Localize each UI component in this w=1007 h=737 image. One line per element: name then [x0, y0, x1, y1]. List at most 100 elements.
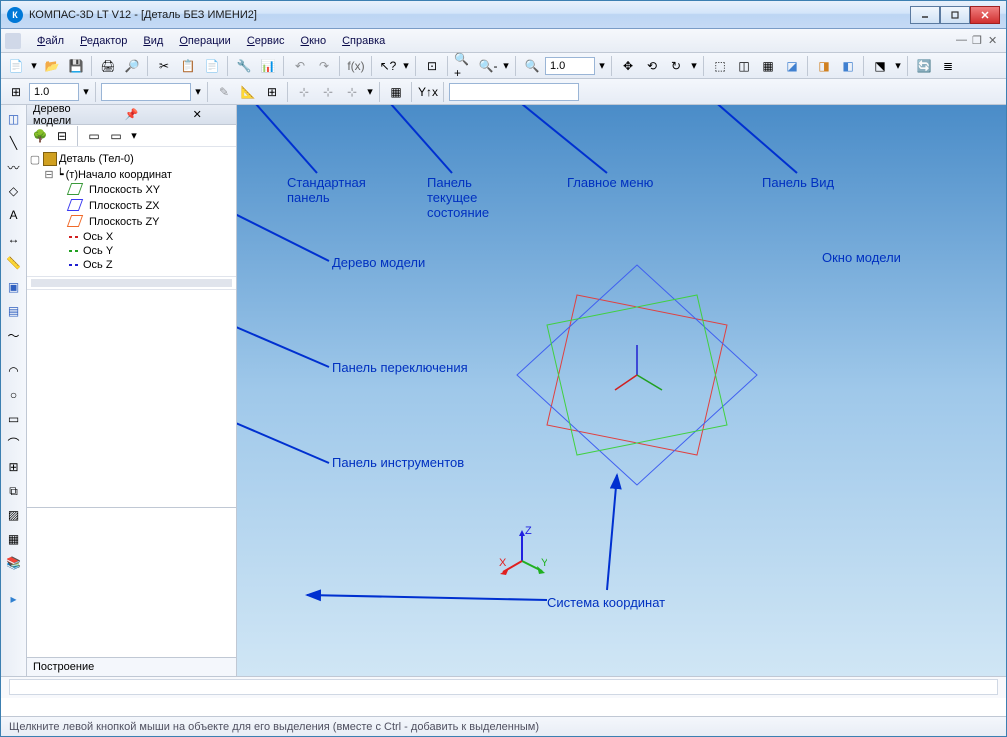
tree-opt-dropdown-icon[interactable]: ▾ — [129, 129, 139, 142]
undo-button[interactable]: ↶ — [289, 55, 311, 77]
tool-arc-icon[interactable]: ◠ — [4, 361, 24, 381]
menu-file[interactable]: Файл — [29, 32, 72, 50]
wireframe-button[interactable]: ⬚ — [709, 55, 731, 77]
print-button[interactable]: 🖨 — [97, 55, 119, 77]
tool-dim-icon[interactable]: ↔ — [4, 229, 24, 249]
properties-button[interactable]: 🔧 — [233, 55, 255, 77]
help-pointer-button[interactable]: ↖? — [377, 55, 399, 77]
tool-mirror-icon[interactable]: ⧉ — [4, 481, 24, 501]
mdi-close-icon[interactable]: ✕ — [988, 34, 1002, 48]
tool-measure-icon[interactable]: 📏 — [4, 253, 24, 273]
tree-plane-zx[interactable]: Плоскость ZX — [29, 198, 234, 214]
menu-editor[interactable]: Редактор — [72, 32, 135, 50]
coords-button[interactable]: Y↑x — [417, 81, 439, 103]
ortho-button[interactable]: ⊞ — [5, 81, 27, 103]
layers-button[interactable]: ≣ — [937, 55, 959, 77]
expand-icon[interactable]: ▢ — [29, 153, 41, 166]
scale-input[interactable] — [29, 83, 79, 101]
tree-footer-tab[interactable]: Построение — [27, 657, 236, 676]
section-button[interactable]: ◧ — [837, 55, 859, 77]
tool-cube-icon[interactable]: ◫ — [4, 109, 24, 129]
tree-plane-xy[interactable]: Плоскость XY — [29, 182, 234, 198]
zoom-fit-button[interactable]: ⊡ — [421, 55, 443, 77]
coord-input[interactable] — [449, 83, 579, 101]
model-viewport[interactable]: Z Y X Стандартная панель Панель текущее … — [237, 105, 1006, 676]
orientation-button[interactable]: ⬔ — [869, 55, 891, 77]
preview-button[interactable]: 🔎 — [121, 55, 143, 77]
tool-line-icon[interactable]: ╲ — [4, 133, 24, 153]
orbit-dropdown-icon[interactable]: ▾ — [689, 59, 699, 72]
mdi-minimize-icon[interactable]: — — [956, 34, 970, 48]
tree-axis-x[interactable]: Ось X — [29, 230, 234, 244]
variables-button[interactable]: 📊 — [257, 55, 279, 77]
cut-button[interactable]: ✂ — [153, 55, 175, 77]
help-dropdown-icon[interactable]: ▾ — [401, 59, 411, 72]
expand-icon[interactable]: ⊟ — [43, 168, 55, 181]
tool-box2-icon[interactable]: ▤ — [4, 301, 24, 321]
tree-view-icon[interactable]: 🌳 — [31, 127, 49, 145]
hidden-button[interactable]: ◫ — [733, 55, 755, 77]
zoom-in-button[interactable]: 🔍+ — [453, 55, 475, 77]
tool-rect-icon[interactable]: ▭ — [4, 409, 24, 429]
orbit-button[interactable]: ↻ — [665, 55, 687, 77]
rotate-button[interactable]: ⟲ — [641, 55, 663, 77]
tool-text-icon[interactable]: A — [4, 205, 24, 225]
tree-root[interactable]: ▢ Деталь (Тел-0) — [29, 151, 234, 167]
sketch-button[interactable]: ✎ — [213, 81, 235, 103]
mdi-restore-icon[interactable]: ❐ — [972, 34, 986, 48]
zoom-dropdown-icon[interactable]: ▾ — [501, 59, 511, 72]
snap1-button[interactable]: ⊹ — [293, 81, 315, 103]
tool-table-icon[interactable]: ▦ — [4, 529, 24, 549]
maximize-button[interactable] — [940, 6, 970, 24]
tree-axis-y[interactable]: Ось Y — [29, 244, 234, 258]
shaded-edges-button[interactable]: ◪ — [781, 55, 803, 77]
tool-hatch-icon[interactable]: ▨ — [4, 505, 24, 525]
layer-dropdown-icon[interactable]: ▾ — [193, 85, 203, 98]
tool-box1-icon[interactable]: ▣ — [4, 277, 24, 297]
snap2-button[interactable]: ⊹ — [317, 81, 339, 103]
save-button[interactable]: 💾 — [65, 55, 87, 77]
snap-button[interactable]: 📐 — [237, 81, 259, 103]
layer-input[interactable] — [101, 83, 191, 101]
perspective-button[interactable]: ◨ — [813, 55, 835, 77]
tree-plane-zy[interactable]: Плоскость ZY — [29, 214, 234, 230]
new-button[interactable]: 📄 — [5, 55, 27, 77]
zoom-value-dropdown-icon[interactable]: ▾ — [597, 59, 607, 72]
tool-surface-icon[interactable]: ◇ — [4, 181, 24, 201]
menu-service[interactable]: Сервис — [239, 32, 293, 50]
filter-button[interactable]: ▦ — [385, 81, 407, 103]
orientation-dropdown-icon[interactable]: ▾ — [893, 59, 903, 72]
tool-pattern-icon[interactable]: ⊞ — [4, 457, 24, 477]
tree-close-icon[interactable]: ✕ — [164, 108, 230, 121]
shaded-button[interactable]: ▦ — [757, 55, 779, 77]
grid-button[interactable]: ⊞ — [261, 81, 283, 103]
tree-origin[interactable]: ⊟ ┕ (т)Начало координат — [29, 167, 234, 182]
menu-view[interactable]: Вид — [135, 32, 171, 50]
pin-icon[interactable]: 📌 — [99, 108, 165, 121]
pan-button[interactable]: ✥ — [617, 55, 639, 77]
scale-dropdown-icon[interactable]: ▾ — [81, 85, 91, 98]
fx-button[interactable]: f(x) — [345, 55, 367, 77]
zoom-out-button[interactable]: 🔍- — [477, 55, 499, 77]
zoom-window-button[interactable]: 🔍 — [521, 55, 543, 77]
close-button[interactable] — [970, 6, 1000, 24]
tree-collapse-icon[interactable]: ⊟ — [53, 127, 71, 145]
snap3-button[interactable]: ⊹ — [341, 81, 363, 103]
minimize-button[interactable] — [910, 6, 940, 24]
tool-sketch-icon[interactable]: 〰 — [4, 157, 24, 177]
command-input[interactable] — [9, 679, 998, 695]
menu-help[interactable]: Справка — [334, 32, 393, 50]
tool-curve-icon[interactable]: 〜 — [4, 325, 24, 345]
tool-circle-icon[interactable]: ○ — [4, 385, 24, 405]
open-button[interactable]: 📂 — [41, 55, 63, 77]
paste-button[interactable]: 📄 — [201, 55, 223, 77]
menu-operations[interactable]: Операции — [171, 32, 238, 50]
rebuild-button[interactable]: 🔄 — [913, 55, 935, 77]
copy-button[interactable]: 📋 — [177, 55, 199, 77]
tree-axis-z[interactable]: Ось Z — [29, 258, 234, 272]
zoom-input[interactable] — [545, 57, 595, 75]
tool-fillet-icon[interactable]: ⌒ — [4, 433, 24, 453]
menu-window[interactable]: Окно — [293, 32, 335, 50]
tree-opt1-icon[interactable]: ▭ — [85, 127, 103, 145]
tree-opt2-icon[interactable]: ▭ — [107, 127, 125, 145]
